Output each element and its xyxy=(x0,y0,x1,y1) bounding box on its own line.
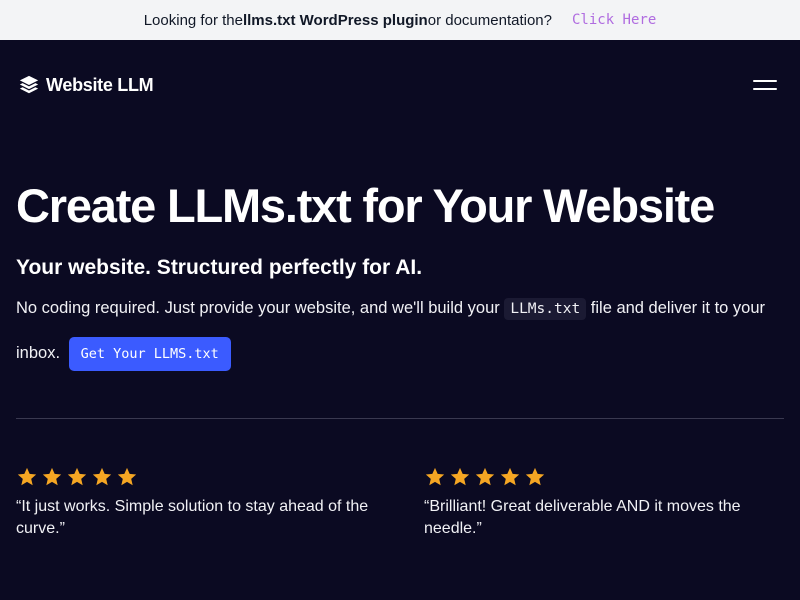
hero-subtitle: Your website. Structured perfectly for A… xyxy=(16,256,423,279)
star-icon xyxy=(117,467,137,486)
testimonial-quote: “It just works. Simple solution to stay … xyxy=(16,498,369,537)
star-icon xyxy=(525,467,545,486)
layers-icon xyxy=(19,75,39,94)
star-rating xyxy=(16,466,376,488)
get-llms-txt-button[interactable]: Get Your LLMS.txt xyxy=(68,336,231,371)
divider xyxy=(16,418,784,419)
star-icon xyxy=(42,467,62,486)
star-icon xyxy=(67,467,87,486)
testimonials: “It just works. Simple solution to stay … xyxy=(16,466,784,540)
star-rating xyxy=(424,466,784,488)
star-icon xyxy=(450,467,470,486)
click-here-link[interactable]: Click Here xyxy=(572,12,656,28)
star-icon xyxy=(17,467,37,486)
announcement-prefix: Looking for the xyxy=(143,11,243,29)
star-icon xyxy=(500,467,520,486)
testimonial-card: “Brilliant! Great deliverable AND it mov… xyxy=(424,466,784,540)
announcement-bar: Looking for the llms.txt WordPress plugi… xyxy=(0,0,800,40)
star-icon xyxy=(475,467,495,486)
hero-section: Create LLMs.txt for Your Website Your we… xyxy=(16,176,786,375)
navbar: Website LLM xyxy=(0,40,800,130)
logo[interactable]: Website LLM xyxy=(18,74,154,96)
announcement-highlight: llms.txt WordPress plugin xyxy=(242,11,428,29)
testimonial-card: “It just works. Simple solution to stay … xyxy=(16,466,376,540)
announcement-suffix: or documentation? xyxy=(427,11,552,29)
testimonial-quote: “Brilliant! Great deliverable AND it mov… xyxy=(424,498,741,537)
star-icon xyxy=(92,467,112,486)
logo-text: Website LLM xyxy=(46,74,154,95)
hero-desc-before: No coding required. Just provide your we… xyxy=(16,299,505,317)
star-icon xyxy=(425,467,445,486)
hamburger-menu-icon[interactable] xyxy=(753,75,777,95)
page-title: Create LLMs.txt for Your Website xyxy=(16,179,715,232)
hero-description: No coding required. Just provide your we… xyxy=(16,286,786,375)
inline-code: LLMs.txt xyxy=(504,298,587,320)
